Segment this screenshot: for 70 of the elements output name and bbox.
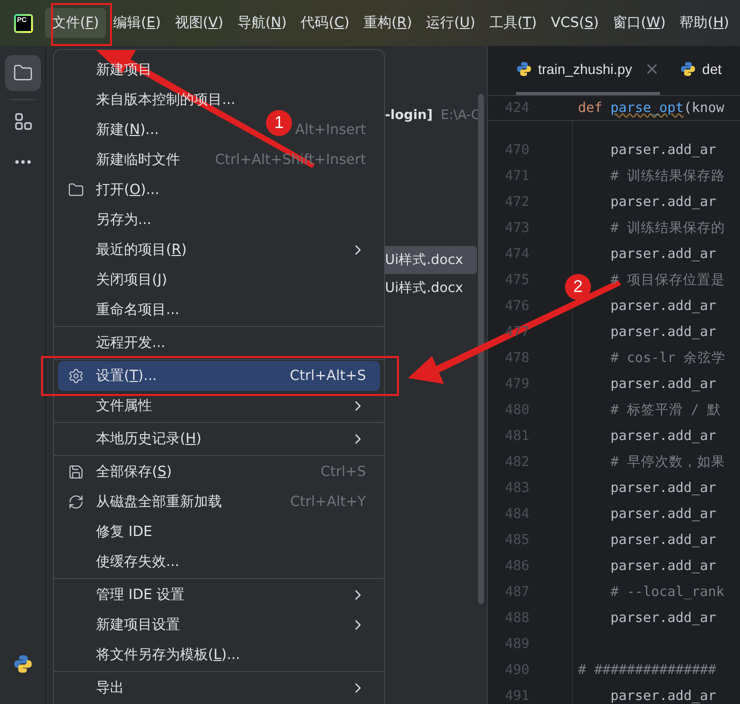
code-line: parser.add_ar [610,298,716,314]
menu-item[interactable]: 设置(T)... Ctrl+Alt+S [58,361,380,391]
menu-item[interactable]: 修复 IDE [58,517,380,547]
folder-icon [68,182,84,198]
menu-bar-item[interactable]: 编辑(E) [106,8,168,38]
code-line: parser.add_ar [610,506,716,522]
folder-icon [12,63,32,83]
code-line: parser.add_ar [610,688,716,704]
code-line: parser.add_ar [610,142,716,158]
python-file-icon [516,61,532,77]
structure-icon [12,112,32,132]
shortcut-label: Ctrl+Alt+Y [290,492,366,512]
menu-item[interactable]: 导出 [58,673,380,703]
code-line: parser.add_ar [610,610,716,626]
menu-bar-item[interactable]: 帮助(H) [672,8,736,38]
code-line: # 训练结果保存路 [610,168,725,184]
menu-bar-item[interactable]: 工具(T) [482,8,544,38]
menu-item[interactable]: 使缓存失效... [58,547,380,577]
code-line: # cos-lr 余弦学 [610,350,726,366]
file-tree-item[interactable]: Ui样式.docx [385,274,477,302]
menu-item[interactable]: 关闭项目(J) [58,265,380,295]
code-line: parser.add_ar [610,558,716,574]
editor-tab[interactable]: det [680,46,722,95]
shortcut-label: Alt+Insert [295,120,366,140]
code-line: # ############### [578,662,716,678]
menu-bar-item[interactable]: 重构(R) [356,8,420,38]
menu-item[interactable]: 新建项目设置 [58,610,380,640]
menu-bar-item[interactable]: 视图(V) [168,8,230,38]
menu-item[interactable]: 最近的项目(R) [58,235,380,265]
settings-icon [68,368,84,384]
python-icon [12,654,32,674]
code-line: parser.add_ar [610,376,716,392]
menu-item[interactable]: 从磁盘全部重新加载 Ctrl+Alt+Y [58,487,380,517]
code-line: # 早停次数，如果 [610,454,725,470]
project-path: E:\A-C [440,107,480,126]
code-line: # 训练结果保存的 [610,220,725,236]
code-line: parser.add_ar [610,480,716,496]
python-file-icon [680,61,696,77]
save-icon [68,464,84,480]
code-line: def parse_opt(know [578,98,724,118]
menu-item[interactable]: 文件属性 [58,391,380,421]
reload-icon [68,494,84,510]
code-line: parser.add_ar [610,324,716,340]
menu-item[interactable]: 远程开发... [58,328,380,358]
highlight-frame [51,3,112,46]
menu-item[interactable]: 本地历史记录(H) [58,424,380,454]
menu-bar-item[interactable]: 文件(F) [45,8,106,38]
file-tree-item[interactable]: Ui样式.docx [385,246,477,274]
toolbar-button[interactable] [4,55,40,91]
code-line: # 标签平滑 / 默 [610,402,722,418]
shortcut-label: Ctrl+S [320,462,366,482]
menu-bar-item[interactable]: 导航(N) [230,8,294,38]
menu-item[interactable]: 全部保存(S) Ctrl+S [58,457,380,487]
menu-bar-item[interactable]: 运行(U) [419,8,482,38]
project-name: -login] [385,107,433,126]
menu-item[interactable]: 重命名项目... [58,295,380,325]
menu-item[interactable]: 管理 IDE 设置 [58,580,380,610]
menu-item[interactable]: 将文件另存为模板(L)... [58,640,380,670]
code-line: parser.add_ar [610,428,716,444]
shortcut-label: Ctrl+Alt+S [290,366,366,386]
menu-bar-item[interactable]: 窗口(W) [606,8,673,38]
code-line: # --local_rank [610,584,724,600]
more-icon [14,160,30,164]
menu-item[interactable]: 另存为... [58,205,380,235]
code-line: parser.add_ar [610,194,716,210]
code-line: parser.add_ar [610,532,716,548]
code-line: parser.add_ar [610,246,716,262]
menu-item[interactable]: 打开(O)... [58,175,380,205]
menu-bar-item[interactable]: VCS(S) [544,8,606,38]
menu-bar-item[interactable]: 代码(C) [294,8,356,38]
